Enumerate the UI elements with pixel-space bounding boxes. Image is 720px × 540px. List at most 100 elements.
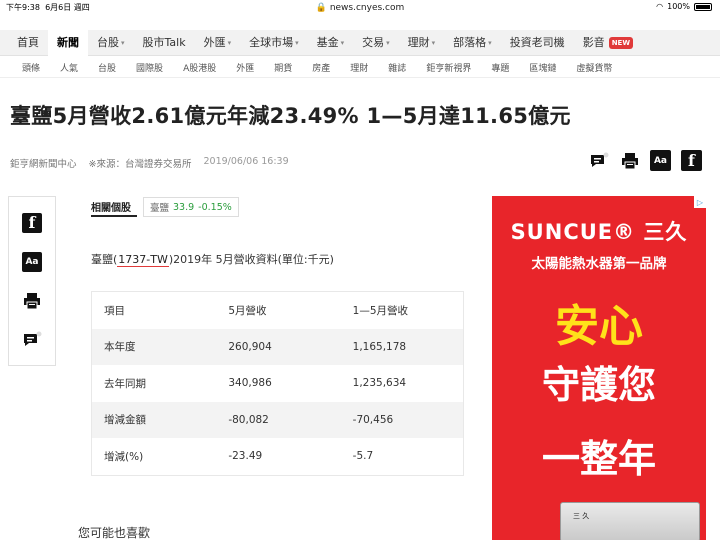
share-toolbar-top: Aa f	[588, 150, 702, 171]
table-cell: 增減(%)	[104, 450, 144, 463]
table-row: 本年度 260,904 1,165,178	[92, 328, 463, 365]
nav-item-label: 影音	[582, 35, 605, 49]
article-date: 2019/06/06 16:39	[203, 156, 289, 167]
nav-item-label: 交易	[362, 35, 385, 49]
ad-line-2: 守護您	[541, 363, 656, 407]
nav-item-7[interactable]: 交易 ▾	[353, 30, 399, 56]
nav-item-label: 台股	[97, 35, 119, 49]
subnav-item-12[interactable]: 區塊鏈	[519, 61, 566, 74]
table-row: 增減(%) -23.49 -5.7	[92, 438, 463, 475]
subnav-item-7[interactable]: 房產	[302, 61, 340, 74]
article-meta: 鉅亨網新聞中心 ※來源：台灣證券交易所 2019/06/06 16:39	[10, 156, 289, 170]
ad-brand: SUNCUE® 三久	[510, 220, 688, 244]
table-cell: 去年同期	[104, 377, 146, 390]
article-source: ※來源：台灣證券交易所	[88, 159, 192, 170]
related-stock-chip[interactable]: 臺鹽 33.9 -0.15%	[143, 197, 239, 217]
font-size-icon[interactable]: Aa	[22, 251, 42, 272]
nav-item-3[interactable]: 股市Talk	[134, 30, 195, 56]
status-right: ◠ 100%	[656, 2, 712, 11]
article-author[interactable]: 鉅亨網新聞中心	[10, 156, 77, 170]
nav-item-label: 理財	[407, 35, 430, 49]
subnav-item-8[interactable]: 理財	[340, 61, 378, 74]
nav-item-9[interactable]: 部落格 ▾	[444, 30, 501, 56]
subnav-item-13[interactable]: 虛擬貨幣	[566, 61, 622, 74]
subnav-item-0[interactable]: 頭條	[12, 61, 50, 74]
ad-info-icon[interactable]: ▷	[694, 196, 706, 208]
nav-item-label: 股市Talk	[142, 35, 186, 49]
water-heater-image: 三 久	[560, 502, 700, 540]
recommend-heading: 您可能也喜歡	[78, 526, 151, 540]
table-header-row: 項目 5月營收 1—5月營收	[92, 292, 463, 329]
table-cell: 1,165,178	[352, 340, 407, 353]
comment-icon[interactable]	[588, 150, 609, 171]
print-icon[interactable]	[619, 150, 640, 171]
subnav-item-2[interactable]: 台股	[88, 61, 126, 74]
subnav-item-6[interactable]: 期貨	[264, 61, 302, 74]
article-title: 臺鹽5月營收2.61億元年減23.49% 1—5月達11.65億元	[10, 104, 571, 128]
chevron-down-icon: ▾	[488, 38, 492, 47]
nav-item-8[interactable]: 理財 ▾	[399, 30, 445, 56]
nav-item-1[interactable]: 新聞	[48, 29, 88, 56]
stock-code-link[interactable]: 1737-TW	[117, 253, 169, 267]
new-badge: NEW	[608, 36, 634, 49]
stock-change: -0.15%	[198, 201, 232, 213]
article-intro: 臺鹽(1737-TW)2019年 5月營收資料(單位:千元)	[91, 253, 334, 267]
table-cell: 項目	[104, 304, 125, 317]
nav-item-label: 基金	[316, 35, 339, 49]
nav-item-label: 首頁	[17, 35, 39, 49]
comment-icon[interactable]	[22, 330, 42, 350]
font-size-icon[interactable]: Aa	[650, 150, 671, 171]
table-cell: -70,456	[352, 413, 394, 426]
table-cell: -80,082	[228, 413, 269, 426]
table-cell: 本年度	[104, 341, 136, 354]
nav-item-10[interactable]: 投資老司機	[501, 30, 574, 56]
nav-item-11[interactable]: 影音 NEW	[574, 30, 642, 56]
table-cell: 增減金額	[104, 414, 146, 427]
subnav-item-1[interactable]: 人氣	[50, 61, 88, 74]
sub-nav: 頭條 人氣 台股 國際股 A股港股 外匯 期貨 房產 理財 雜誌 鉅亨新視界 專題 區塊鏈 虛擬貨幣	[0, 57, 720, 78]
subnav-item-10[interactable]: 鉅亨新視界	[416, 61, 481, 74]
table-cell: -23.49	[228, 450, 263, 463]
nav-item-label: 全球市場	[249, 35, 294, 49]
battery-icon	[694, 2, 712, 11]
table-cell: 260,904	[228, 340, 272, 353]
facebook-icon[interactable]: f	[22, 212, 42, 233]
nav-item-6[interactable]: 基金 ▾	[308, 30, 354, 56]
subnav-item-9[interactable]: 雜誌	[378, 61, 416, 74]
print-icon[interactable]	[22, 291, 42, 311]
address-bar-url[interactable]: 🔒 news.cnyes.com	[0, 3, 720, 13]
chevron-down-icon: ▾	[227, 38, 232, 47]
nav-item-5[interactable]: 全球市場 ▾	[240, 30, 308, 56]
battery-percent: 100%	[667, 2, 690, 11]
wifi-icon: ◠	[656, 2, 664, 11]
nav-item-label: 外匯	[203, 35, 226, 49]
advertisement-banner[interactable]: ▷ SUNCUE® 三久 太陽能熱水器第一品牌 安心 守護您 一整年 三 久	[492, 196, 706, 540]
status-bar: 下午9:38 6月6日 週四 🔒 news.cnyes.com ◠ 100%	[0, 0, 720, 14]
nav-item-0[interactable]: 首頁	[8, 30, 48, 56]
related-tab-underline	[91, 215, 137, 217]
table-cell: 1,235,634	[352, 377, 407, 390]
subnav-item-3[interactable]: 國際股	[126, 61, 173, 74]
table-row: 去年同期 340,986 1,235,634	[92, 365, 463, 402]
table-cell: 340,986	[228, 377, 272, 390]
ad-line-3: 一整年	[541, 437, 656, 481]
main-nav: 首頁 新聞 台股 ▾ 股市Talk 外匯 ▾ 全球市場 ▾ 基金 ▾ 交易 ▾ 理財 ▾ 部落格 ▾ 投資老司機影…	[0, 29, 720, 56]
table-row: 增減金額 -80,082 -70,456	[92, 401, 463, 438]
subnav-item-4[interactable]: A股港股	[173, 61, 226, 74]
nav-item-label: 部落格	[453, 35, 487, 49]
subnav-item-5[interactable]: 外匯	[226, 61, 264, 74]
stock-price: 33.9	[173, 201, 195, 213]
facebook-icon[interactable]: f	[681, 150, 702, 171]
chevron-down-icon: ▾	[386, 38, 390, 47]
related-stocks-label: 相關個股	[91, 203, 131, 214]
nav-item-4[interactable]: 外匯 ▾	[195, 30, 241, 56]
nav-item-2[interactable]: 台股 ▾	[88, 30, 134, 56]
subnav-item-11[interactable]: 專題	[481, 61, 519, 74]
table-cell: -5.7	[352, 450, 374, 463]
share-sidebar: f Aa	[8, 196, 56, 366]
revenue-table: 項目 5月營收 1—5月營收本年度 260,904 1,165,178 去年同期 340,9…	[91, 291, 464, 476]
nav-item-label: 投資老司機	[509, 35, 565, 49]
table-cell: 1—5月營收	[352, 304, 409, 317]
stock-name: 臺鹽	[150, 203, 170, 214]
ad-product-label: 三 久	[573, 512, 590, 520]
